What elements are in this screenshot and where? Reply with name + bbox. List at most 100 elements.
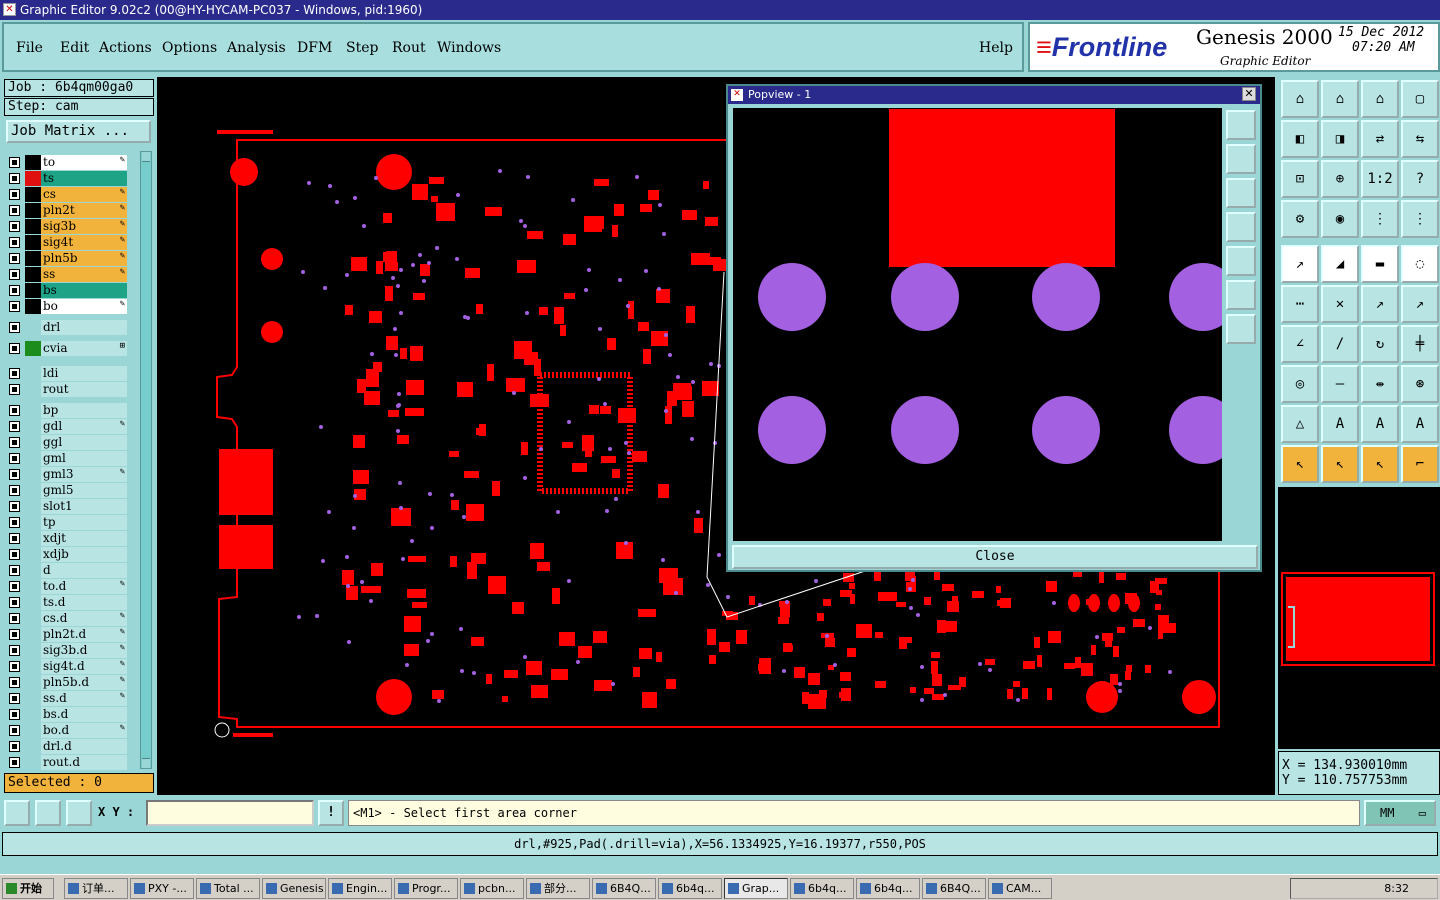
layer-row-ts-d[interactable]: ts.d [5,595,127,610]
layer-color-swatch[interactable] [25,366,41,381]
zoom-home-icon[interactable]: ⌂ [1321,80,1359,118]
layer-checkbox[interactable] [9,322,20,333]
center-icon[interactable]: ⊕ [1321,160,1359,198]
layer-color-swatch[interactable] [25,547,41,562]
layer-color-swatch[interactable] [25,283,41,298]
layer-row-sig3b[interactable]: sig3b ✎ [5,219,127,234]
units-select[interactable]: MM ▭ [1364,800,1436,826]
layer-color-swatch[interactable] [25,739,41,754]
popview-titlebar[interactable]: ✕ Popview - 1 ✕ [728,86,1260,104]
menu-edit[interactable]: Edit [60,40,89,56]
help-icon[interactable]: ? [1401,160,1439,198]
scroll-down-arrow[interactable] [142,758,150,768]
taskbar-item[interactable]: Progr... [394,878,458,899]
taskbar-item[interactable]: Grap... [724,878,788,899]
layer-color-swatch[interactable] [25,403,41,418]
popview-zoom-in-icon[interactable] [1226,144,1256,174]
layer-row-bo-d[interactable]: bo.d ✎ [5,723,127,738]
scroll-up-arrow[interactable] [142,152,150,162]
edit-line-icon[interactable]: / [1321,325,1359,363]
layer-checkbox[interactable] [9,269,20,280]
layer-row-cs[interactable]: cs ✎ [5,187,127,202]
snap-icon[interactable] [4,800,30,826]
layer-checkbox[interactable] [9,581,20,592]
shape-icon[interactable]: ⊛ [1401,365,1439,403]
mirror-icon[interactable]: ⇄ [1361,120,1399,158]
layer-checkbox[interactable] [9,565,20,576]
layer-color-swatch[interactable] [25,155,41,170]
layer-checkbox[interactable] [9,253,20,264]
layer-row-xdjt[interactable]: xdjt [5,531,127,546]
layer-checkbox[interactable] [9,157,20,168]
layer-color-swatch[interactable] [25,515,41,530]
layer-checkbox[interactable] [9,533,20,544]
angle-icon[interactable]: ◢ [1321,245,1359,283]
line-icon[interactable]: ∠ [1281,325,1319,363]
layer-checkbox[interactable] [9,205,20,216]
layer-color-swatch[interactable] [25,627,41,642]
layer-row-cvia[interactable]: cvia ⊞ [5,341,127,356]
route-icon[interactable]: ⌐ [1401,445,1439,483]
layer-checkbox[interactable] [9,693,20,704]
layer-row-ggl[interactable]: ggl [5,435,127,450]
layer-color-swatch[interactable] [25,235,41,250]
taskbar-item[interactable]: 6b4q... [790,878,854,899]
triangle-icon[interactable]: △ [1281,405,1319,443]
layer-row-pln2t[interactable]: pln2t ✎ [5,203,127,218]
layer-checkbox[interactable] [9,485,20,496]
text-icon[interactable]: ╪ [1401,325,1439,363]
layer-color-swatch[interactable] [25,707,41,722]
layer-color-swatch[interactable] [25,267,41,282]
popview-close-icon[interactable]: ✕ [1242,87,1256,101]
layer-row-bs[interactable]: bs [5,283,127,298]
menu-dfm[interactable]: DFM [297,40,332,56]
overview-map[interactable] [1278,487,1440,749]
start-button[interactable]: 开始 [2,878,54,899]
job-matrix-button[interactable]: Job Matrix ... [6,120,151,143]
layer-color-swatch[interactable] [25,659,41,674]
layer-checkbox[interactable] [9,237,20,248]
layer-checkbox[interactable] [9,517,20,528]
layer-row-rout-d[interactable]: rout.d [5,755,127,770]
layer-color-swatch[interactable] [25,219,41,234]
layer-color-swatch[interactable] [25,675,41,690]
pan-right-icon[interactable]: ◨ [1321,120,1359,158]
layer-color-swatch[interactable] [25,382,41,397]
layer-color-swatch[interactable] [25,723,41,738]
copy-icon[interactable]: ↗ [1401,285,1439,323]
layer-checkbox[interactable] [9,629,20,640]
layer-checkbox[interactable] [9,405,20,416]
layer-row-bp[interactable]: bp [5,403,127,418]
layer-checkbox[interactable] [9,301,20,312]
layer-row-slot1[interactable]: slot1 [5,499,127,514]
layer-row-cs-d[interactable]: cs.d ✎ [5,611,127,626]
layer-row-bs-d[interactable]: bs.d [5,707,127,722]
layer-row-pln5b[interactable]: pln5b ✎ [5,251,127,266]
layer-checkbox[interactable] [9,709,20,720]
layer-checkbox[interactable] [9,741,20,752]
connect-icon[interactable]: ⋯ [1281,285,1319,323]
layer-row-to[interactable]: to ✎ [5,155,127,170]
layer-color-swatch[interactable] [25,595,41,610]
layer-color-swatch[interactable] [25,531,41,546]
layer-row-drl-d[interactable]: drl.d [5,739,127,754]
house-icon[interactable]: ⌂ [1361,80,1399,118]
layer-checkbox[interactable] [9,677,20,688]
layer-row-pln5b-d[interactable]: pln5b.d ✎ [5,675,127,690]
tri-a-icon[interactable]: A [1321,405,1359,443]
delete-icon[interactable]: ✕ [1321,285,1359,323]
popview-canvas[interactable] [733,108,1222,541]
layer-color-swatch[interactable] [25,579,41,594]
layer-color-swatch[interactable] [25,643,41,658]
taskbar-item[interactable]: 订单... [64,878,128,899]
layer-row-ss[interactable]: ss ✎ [5,267,127,282]
menu-windows[interactable]: Windows [437,40,501,56]
select-area-icon[interactable]: ◌ [1401,245,1439,283]
layer-row-ldi[interactable]: ldi [5,366,127,381]
layer-checkbox[interactable] [9,189,20,200]
layer-checkbox[interactable] [9,549,20,560]
net-icon[interactable]: ⋮ [1361,200,1399,238]
layer-row-ts[interactable]: ts [5,171,127,186]
layer-checkbox[interactable] [9,285,20,296]
layer-row-sig3b-d[interactable]: sig3b.d ✎ [5,643,127,658]
